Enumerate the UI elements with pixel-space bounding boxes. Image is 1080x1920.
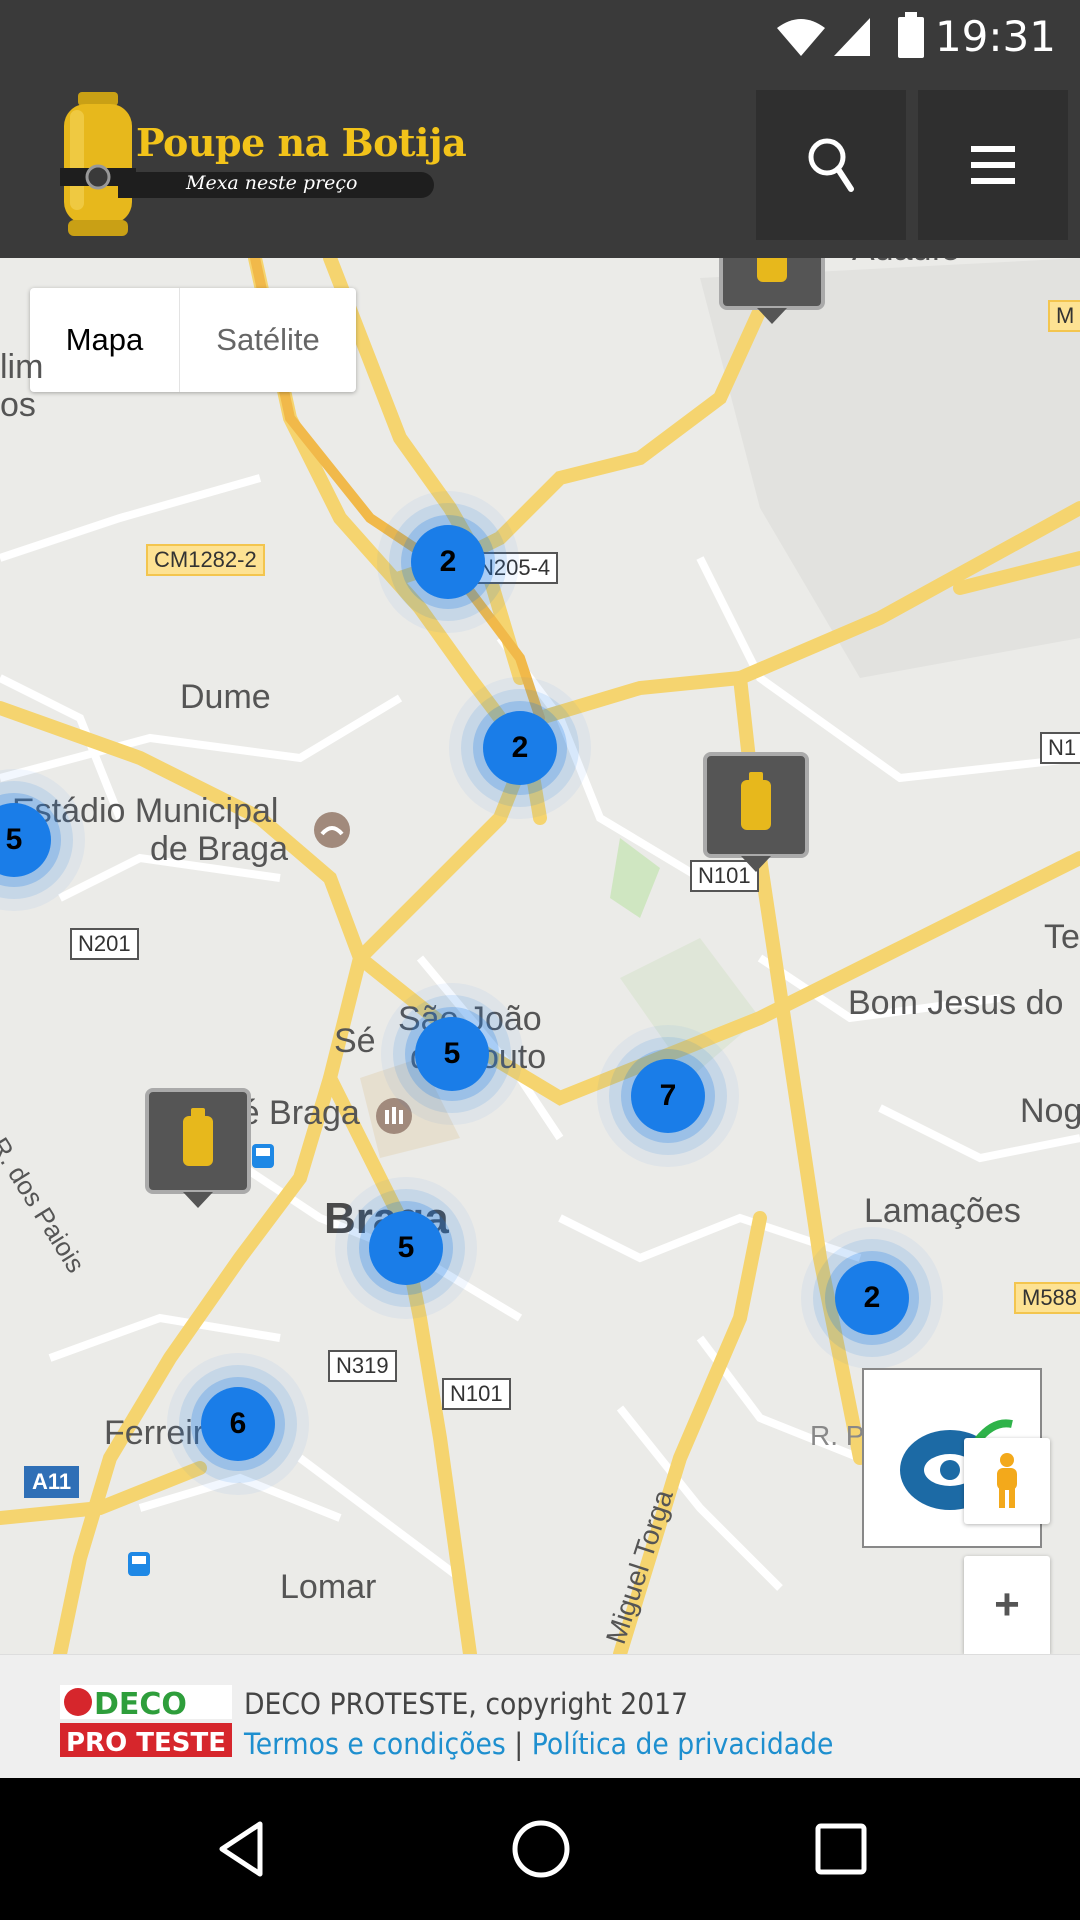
place-label: Sé xyxy=(334,1022,376,1060)
brand-tagline: Mexa neste preço xyxy=(186,172,358,194)
place-label: Lomar xyxy=(280,1568,377,1606)
map-view[interactable]: Mapa Satélite lim os Dume Estádio Munici… xyxy=(0,258,1080,1654)
menu-button[interactable] xyxy=(918,90,1068,240)
gas-cylinder-icon xyxy=(757,258,787,282)
system-nav-bar xyxy=(0,1778,1080,1920)
gas-cylinder-logo-icon xyxy=(60,92,136,236)
station-cluster[interactable]: 5 xyxy=(415,1017,489,1091)
road-shield: CM1282-2 xyxy=(146,544,265,576)
status-bar: 19:31 xyxy=(0,0,1080,72)
station-cluster[interactable]: 7 xyxy=(631,1059,705,1133)
road-shield: N101 xyxy=(442,1378,511,1410)
svg-text:DECO: DECO xyxy=(94,1687,187,1722)
gas-station-marker[interactable] xyxy=(143,1086,253,1210)
brand-name: Poupe na Botija xyxy=(136,120,467,165)
road-shield: M xyxy=(1048,300,1080,332)
back-icon[interactable] xyxy=(210,1818,272,1880)
battery-icon xyxy=(898,12,924,58)
signal-icon xyxy=(834,18,870,56)
deco-proteste-logo: DECO PRO TESTE xyxy=(60,1685,232,1757)
map-type-map-button[interactable]: Mapa xyxy=(30,288,180,392)
cathedral-icon xyxy=(376,1098,412,1134)
bus-stop-icon xyxy=(128,1552,150,1576)
gas-station-marker[interactable] xyxy=(701,750,811,874)
place-label: Nogueira xyxy=(1020,1092,1080,1130)
svg-text:PRO TESTE: PRO TESTE xyxy=(66,1728,226,1757)
footer-links: Termos e condições | Política de privaci… xyxy=(244,1727,833,1761)
pegman-button[interactable] xyxy=(964,1438,1050,1524)
link-separator: | xyxy=(514,1727,524,1761)
station-cluster[interactable]: 2 xyxy=(483,711,557,785)
recents-icon[interactable] xyxy=(810,1818,872,1880)
place-label: Dume xyxy=(180,678,271,716)
menu-icon xyxy=(971,146,1015,184)
app-header: Poupe na Botija Mexa neste preço xyxy=(0,72,1080,258)
station-cluster[interactable]: 2 xyxy=(411,525,485,599)
station-cluster[interactable]: 6 xyxy=(201,1387,275,1461)
map-type-satellite-button[interactable]: Satélite xyxy=(180,288,356,392)
zoom-in-button[interactable]: + xyxy=(964,1556,1050,1654)
road-shield: M588 xyxy=(1014,1282,1080,1314)
road-shield: N201 xyxy=(70,928,139,960)
terms-link[interactable]: Termos e condições xyxy=(244,1727,506,1761)
place-label: lim xyxy=(0,348,44,386)
road-shield: N319 xyxy=(328,1350,397,1382)
station-cluster[interactable]: 5 xyxy=(369,1211,443,1285)
road-shield: N1 xyxy=(1040,732,1080,764)
place-label: os xyxy=(0,386,36,424)
place-label: Bom Jesus do xyxy=(848,984,1064,1022)
home-icon[interactable] xyxy=(510,1818,572,1880)
privacy-link[interactable]: Política de privacidade xyxy=(532,1727,834,1761)
gas-cylinder-icon xyxy=(741,780,771,830)
place-label: de Braga xyxy=(150,830,288,868)
place-label: Adaúfe xyxy=(852,258,960,269)
street-label: R. P xyxy=(810,1420,865,1451)
map-type-control: Mapa Satélite xyxy=(30,288,356,392)
search-icon xyxy=(808,138,854,192)
place-label: Lamações xyxy=(864,1192,1021,1230)
gas-cylinder-icon xyxy=(183,1116,213,1166)
pegman-icon xyxy=(997,1453,1017,1508)
place-label: Te xyxy=(1044,918,1080,956)
place-label: Estádio Municipal xyxy=(12,792,279,830)
copyright-text: DECO PROTESTE, copyright 2017 xyxy=(244,1687,689,1721)
wifi-icon xyxy=(777,19,825,56)
stadium-icon xyxy=(314,812,350,848)
page-footer: DECO PRO TESTE DECO PROTESTE, copyright … xyxy=(0,1654,1080,1778)
road-shield: A11 xyxy=(24,1466,80,1498)
search-button[interactable] xyxy=(756,90,906,240)
bus-stop-icon xyxy=(252,1144,274,1168)
gas-station-marker[interactable] xyxy=(717,258,827,326)
station-cluster[interactable]: 2 xyxy=(835,1261,909,1335)
status-time: 19:31 xyxy=(934,12,1056,61)
